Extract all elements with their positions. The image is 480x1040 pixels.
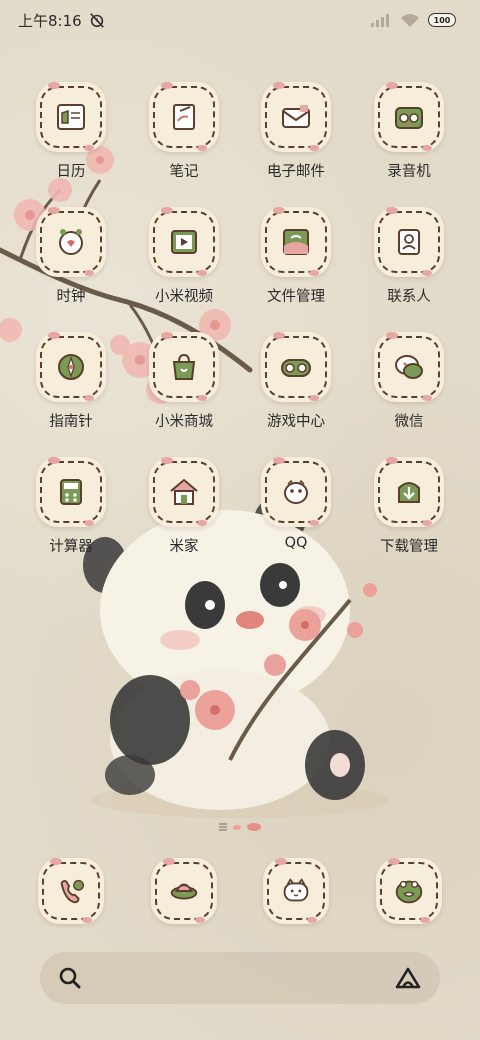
app-label: 笔记	[169, 164, 199, 180]
app-clock[interactable]: 时钟	[21, 207, 121, 306]
notes-icon	[173, 104, 195, 130]
dock-phone[interactable]	[21, 858, 121, 923]
contacts-icon	[398, 229, 420, 255]
app-mi-store[interactable]: 小米商城	[134, 332, 234, 431]
messages-icon	[170, 883, 198, 900]
app-downloads[interactable]: 下载管理	[359, 457, 459, 556]
app-email[interactable]: 电子邮件	[246, 82, 346, 181]
menu-lines-icon	[219, 823, 227, 831]
wifi-icon	[401, 14, 419, 27]
search-bar[interactable]	[40, 952, 440, 1004]
clock-icon	[59, 229, 83, 255]
dock-browser[interactable]	[246, 858, 346, 923]
app-label: 电子邮件	[267, 164, 325, 180]
app-label: 微信	[394, 414, 424, 430]
qq-icon	[284, 479, 308, 504]
app-wechat[interactable]: 微信	[359, 332, 459, 431]
browser-icon	[283, 878, 309, 902]
email-icon	[282, 105, 310, 128]
video-icon	[171, 230, 197, 254]
app-calendar[interactable]: 日历	[21, 82, 121, 181]
dock-messages[interactable]	[134, 858, 234, 923]
compass-icon	[58, 354, 84, 380]
app-label: 游戏中心	[267, 414, 325, 430]
page-dot-active	[247, 823, 261, 831]
app-label: 时钟	[56, 289, 86, 305]
file-manager-icon	[283, 229, 309, 255]
app-mijia[interactable]: 米家	[134, 457, 234, 556]
app-label: 小米商城	[155, 414, 213, 430]
calendar-icon	[57, 104, 85, 130]
battery-icon: 100	[428, 13, 456, 27]
app-notes[interactable]: 笔记	[134, 82, 234, 181]
dock-camera[interactable]	[359, 858, 459, 923]
recorder-icon	[395, 107, 423, 129]
app-game-center[interactable]: 游戏中心	[246, 332, 346, 431]
app-label: 计算器	[49, 539, 93, 555]
download-icon	[398, 482, 420, 503]
page-indicator[interactable]	[0, 823, 480, 831]
wechat-icon	[395, 355, 423, 379]
app-label: QQ	[284, 535, 308, 551]
home-icon	[170, 478, 198, 505]
app-qq[interactable]: QQ	[246, 457, 346, 551]
assistant-icon[interactable]	[394, 966, 422, 990]
page-dot	[233, 824, 241, 830]
app-file-manager[interactable]: 文件管理	[246, 207, 346, 306]
search-icon[interactable]	[58, 966, 82, 990]
app-recorder[interactable]: 录音机	[359, 82, 459, 181]
camera-icon	[395, 880, 423, 904]
app-compass[interactable]: 指南针	[21, 332, 121, 431]
app-label: 指南针	[49, 414, 93, 430]
phone-icon	[60, 879, 84, 904]
app-label: 日历	[56, 164, 86, 180]
status-time: 上午8:16	[18, 11, 82, 30]
alarm-off-icon	[89, 13, 104, 28]
app-label: 米家	[169, 539, 199, 555]
app-calculator[interactable]: 计算器	[21, 457, 121, 556]
app-contacts[interactable]: 联系人	[359, 207, 459, 306]
calculator-icon	[60, 479, 82, 505]
app-label: 文件管理	[267, 289, 325, 305]
app-video[interactable]: 小米视频	[134, 207, 234, 306]
signal-icon	[371, 14, 389, 27]
app-label: 联系人	[387, 289, 431, 305]
app-label: 下载管理	[380, 539, 438, 555]
app-label: 录音机	[387, 164, 431, 180]
battery-level: 100	[433, 15, 451, 25]
shopping-bag-icon	[172, 353, 196, 380]
status-bar: 上午8:16 100	[0, 0, 480, 40]
gamepad-icon	[281, 359, 311, 377]
app-label: 小米视频	[155, 289, 213, 305]
